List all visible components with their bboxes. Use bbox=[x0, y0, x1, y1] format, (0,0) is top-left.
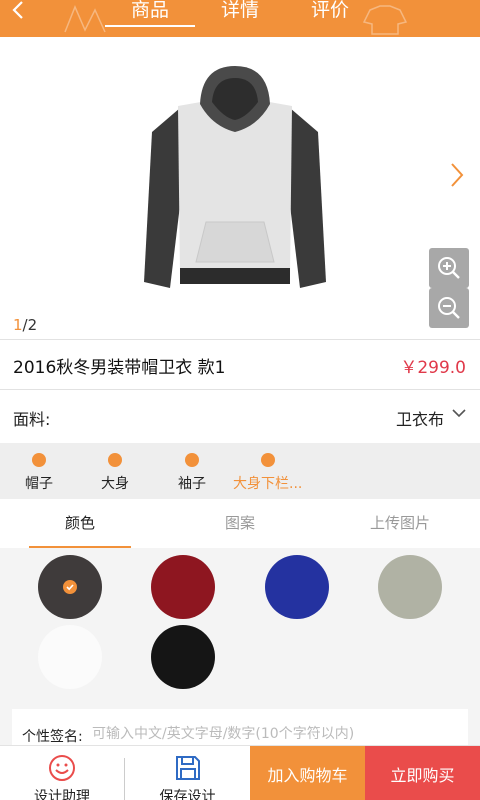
back-button[interactable] bbox=[10, 0, 40, 28]
chevron-left-icon bbox=[12, 1, 23, 19]
total-images: /2 bbox=[22, 316, 38, 334]
tab-upload-image[interactable]: 上传图片 bbox=[349, 499, 451, 548]
checkmark-icon bbox=[63, 580, 77, 594]
tab-reviews[interactable]: 评价 bbox=[285, 0, 375, 37]
signature-input[interactable] bbox=[92, 723, 462, 745]
product-gallery[interactable]: 1/2 bbox=[0, 37, 480, 339]
product-image bbox=[144, 66, 326, 288]
image-counter: 1/2 bbox=[13, 316, 37, 334]
color-swatch[interactable] bbox=[151, 555, 215, 619]
part-label: 帽子 bbox=[25, 476, 53, 492]
signature-label: 个性签名: bbox=[22, 729, 83, 745]
tab-pattern[interactable]: 图案 bbox=[189, 499, 291, 548]
bottom-action-bar: 设计助理 保存设计 加入购物车 立即购买 bbox=[0, 745, 480, 800]
signature-field: 个性签名: bbox=[12, 709, 468, 749]
next-image-button[interactable] bbox=[450, 162, 464, 192]
product-detail-page: 商品 详情 评价 1/2 2016秋冬男装带帽卫衣 款1 ￥299.0 面料: … bbox=[0, 0, 480, 800]
fabric-selector[interactable]: 面料: 卫衣布 bbox=[0, 390, 480, 440]
part-dot bbox=[32, 453, 46, 467]
top-header: 商品 详情 评价 bbox=[0, 0, 480, 37]
tab-details[interactable]: 详情 bbox=[195, 0, 285, 37]
color-swatch[interactable] bbox=[38, 625, 102, 689]
chevron-down-icon bbox=[452, 409, 466, 418]
product-name: 2016秋冬男装带帽卫衣 款1 bbox=[13, 358, 226, 378]
part-dot bbox=[261, 453, 275, 467]
part-body[interactable]: 大身 bbox=[80, 443, 150, 499]
color-swatch[interactable] bbox=[151, 625, 215, 689]
part-dot bbox=[185, 453, 199, 467]
color-swatch[interactable] bbox=[38, 555, 102, 619]
design-assistant-button[interactable]: 设计助理 bbox=[0, 746, 124, 800]
part-sleeve[interactable]: 袖子 bbox=[157, 443, 227, 499]
add-to-cart-button[interactable]: 加入购物车 bbox=[250, 746, 365, 800]
part-body-hem[interactable]: 大身下栏... bbox=[233, 443, 303, 499]
save-design-button[interactable]: 保存设计 bbox=[125, 746, 250, 800]
color-swatch[interactable] bbox=[265, 555, 329, 619]
buy-now-button[interactable]: 立即购买 bbox=[365, 746, 480, 800]
fabric-label: 面料: bbox=[13, 410, 51, 429]
current-image-index: 1 bbox=[13, 316, 23, 334]
zoom-out-button[interactable] bbox=[429, 288, 469, 328]
fabric-value: 卫衣布 bbox=[395, 410, 444, 429]
tab-product[interactable]: 商品 bbox=[105, 0, 195, 37]
design-assistant-label: 设计助理 bbox=[34, 789, 90, 800]
product-title-row: 2016秋冬男装带帽卫衣 款1 ￥299.0 bbox=[0, 340, 480, 390]
part-hood[interactable]: 帽子 bbox=[4, 443, 74, 499]
part-label: 袖子 bbox=[178, 476, 206, 492]
tab-color[interactable]: 颜色 bbox=[29, 499, 131, 548]
decoration-icon bbox=[64, 5, 106, 33]
header-tabs: 商品 详情 评价 bbox=[105, 0, 375, 37]
part-label: 大身 bbox=[101, 476, 129, 492]
save-design-label: 保存设计 bbox=[159, 789, 216, 800]
chevron-right-icon bbox=[451, 163, 464, 187]
part-selector: 帽子 大身 袖子 大身下栏... bbox=[0, 443, 480, 499]
color-swatch[interactable] bbox=[378, 555, 442, 619]
part-dot bbox=[108, 453, 122, 467]
zoom-out-icon bbox=[438, 297, 460, 319]
design-tabs: 颜色 图案 上传图片 bbox=[0, 499, 480, 548]
zoom-in-icon bbox=[438, 257, 460, 279]
part-label: 大身下栏... bbox=[233, 476, 303, 492]
zoom-in-button[interactable] bbox=[429, 248, 469, 288]
product-price: ￥299.0 bbox=[400, 358, 466, 378]
smiley-icon bbox=[49, 755, 75, 781]
save-icon bbox=[175, 756, 200, 780]
